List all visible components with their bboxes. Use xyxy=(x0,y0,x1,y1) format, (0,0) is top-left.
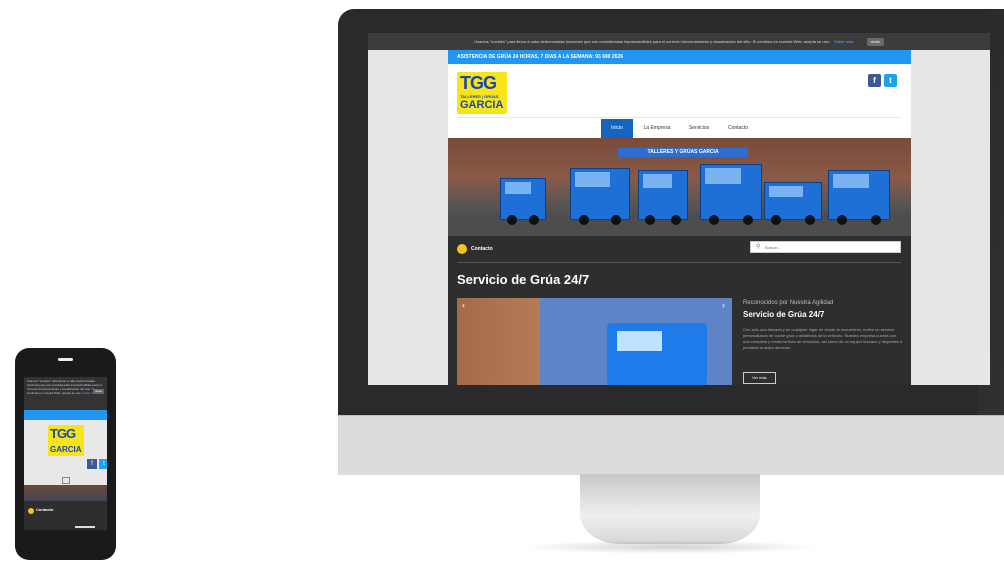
imac-chin xyxy=(338,415,1004,475)
imac-stand xyxy=(580,474,760,544)
nav-item-la-empresa[interactable]: La Empresa xyxy=(637,119,677,138)
nav-item-contacto[interactable]: Contacto xyxy=(721,119,755,138)
slide-body: Con solo una llamada y en cualquier luga… xyxy=(743,327,903,350)
cookie-close-button[interactable]: close xyxy=(866,38,884,46)
slider-prev-arrow[interactable]: ‹ xyxy=(462,300,465,310)
twitter-icon[interactable]: t xyxy=(884,74,897,87)
page-title: Servicio de Grúa 24/7 xyxy=(457,272,590,287)
imac-shadow xyxy=(520,540,820,554)
more-button[interactable]: Ver más xyxy=(743,372,776,384)
main-nav: Inicio La Empresa Servicios Contacto xyxy=(457,117,901,138)
tow-truck xyxy=(500,178,546,225)
phone-speaker xyxy=(58,358,73,361)
mobile-contact-link[interactable]: Contacto xyxy=(36,507,53,512)
logo-name: GARCIA xyxy=(460,99,504,111)
mobile-logo-mark: TGG xyxy=(50,426,76,441)
search-input[interactable] xyxy=(765,243,895,252)
slide-caption: Reconocidos por Nuestra Agilidad Servici… xyxy=(743,300,903,351)
mobile-hero-image xyxy=(24,485,107,501)
slider-image xyxy=(457,298,732,385)
mobile-twitter-icon[interactable]: t xyxy=(99,459,107,469)
cookie-bar: Usamos "cookies" para llevar a cabo dete… xyxy=(368,33,990,50)
menu-icon[interactable] xyxy=(62,477,70,484)
hero-sign: TALLERES Y GRÚAS GARCIA xyxy=(618,148,748,157)
slide-kicker: Reconocidos por Nuestra Agilidad xyxy=(743,300,834,306)
phone-frame: Usamos "cookies" para llevar a cabo dete… xyxy=(15,348,116,560)
desktop-screen: Usamos "cookies" para llevar a cabo dete… xyxy=(368,33,990,385)
cookie-text: Usamos "cookies" para llevar a cabo dete… xyxy=(474,39,830,44)
content-area: Contacto ⚲ Servicio de Grúa 24/7 ‹ › Rec… xyxy=(448,236,911,385)
search-icon: ⚲ xyxy=(756,244,761,250)
pickup-truck xyxy=(764,182,822,225)
facebook-icon[interactable]: f xyxy=(868,74,881,87)
mobile-assistance-bar xyxy=(24,410,107,420)
mobile-logo-name: GARCIA xyxy=(50,445,82,454)
contact-label: Contacto xyxy=(471,246,493,252)
nav-item-servicios[interactable]: Servicios xyxy=(681,119,717,138)
tow-truck xyxy=(607,323,707,385)
tow-truck xyxy=(570,168,630,225)
logo-mark: TGG xyxy=(460,73,497,93)
website: ASISTENCIA DE GRÚA 24 HORAS, 7 DIAS A LA… xyxy=(448,50,911,385)
tow-truck xyxy=(828,170,890,225)
hero-image: TALLERES Y GRÚAS GARCIA xyxy=(448,138,911,236)
tow-truck xyxy=(700,164,762,225)
divider xyxy=(457,262,901,263)
tow-truck xyxy=(638,170,688,225)
mobile-logo[interactable]: TGG GARCIA xyxy=(48,425,84,456)
mobile-user-icon xyxy=(28,508,34,514)
mobile-cookie-close-button[interactable]: close xyxy=(92,389,104,394)
site-logo[interactable]: TGG TALLERES | GRÚAS GARCIA xyxy=(457,72,507,114)
slider-next-arrow[interactable]: › xyxy=(722,300,725,310)
mobile-cookie-bar: Usamos "cookies" para llevar a cabo dete… xyxy=(24,377,107,410)
slide-heading: Servicio de Grúa 24/7 xyxy=(743,310,825,319)
nav-item-inicio[interactable]: Inicio xyxy=(601,119,633,138)
mobile-screen: Usamos "cookies" para llevar a cabo dete… xyxy=(24,377,107,530)
phone-home-indicator xyxy=(75,526,95,528)
mobile-facebook-icon[interactable]: f xyxy=(87,459,97,469)
user-icon xyxy=(457,244,467,254)
cookie-more-link[interactable]: Saber más xyxy=(834,39,853,44)
assistance-bar: ASISTENCIA DE GRÚA 24 HORAS, 7 DIAS A LA… xyxy=(448,50,911,64)
search-box: ⚲ xyxy=(750,241,901,253)
